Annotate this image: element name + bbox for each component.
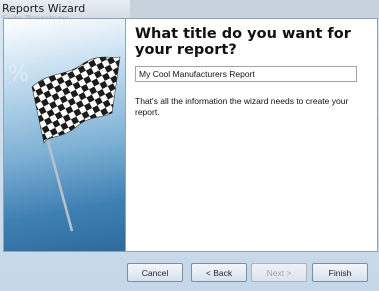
info-text: That's all the information the wizard ne…: [135, 96, 349, 117]
wizard-content: What title do you want for your report? …: [135, 26, 371, 117]
finish-button[interactable]: Finish: [312, 263, 368, 282]
wizard-side-image: % $: [4, 19, 126, 251]
page-title: What title do you want for your report?: [135, 26, 351, 58]
checkered-flag-icon: % $: [8, 56, 121, 232]
report-title-input[interactable]: [135, 66, 357, 82]
wizard-panel: % $ What title do you want for your repo…: [3, 18, 378, 252]
back-button[interactable]: < Back: [191, 263, 247, 282]
cancel-button[interactable]: Cancel: [127, 263, 183, 282]
next-button[interactable]: Next >: [251, 263, 307, 282]
reports-wizard-dialog: % $ What title do you want for your repo…: [0, 18, 379, 291]
svg-text:%: %: [8, 62, 29, 87]
